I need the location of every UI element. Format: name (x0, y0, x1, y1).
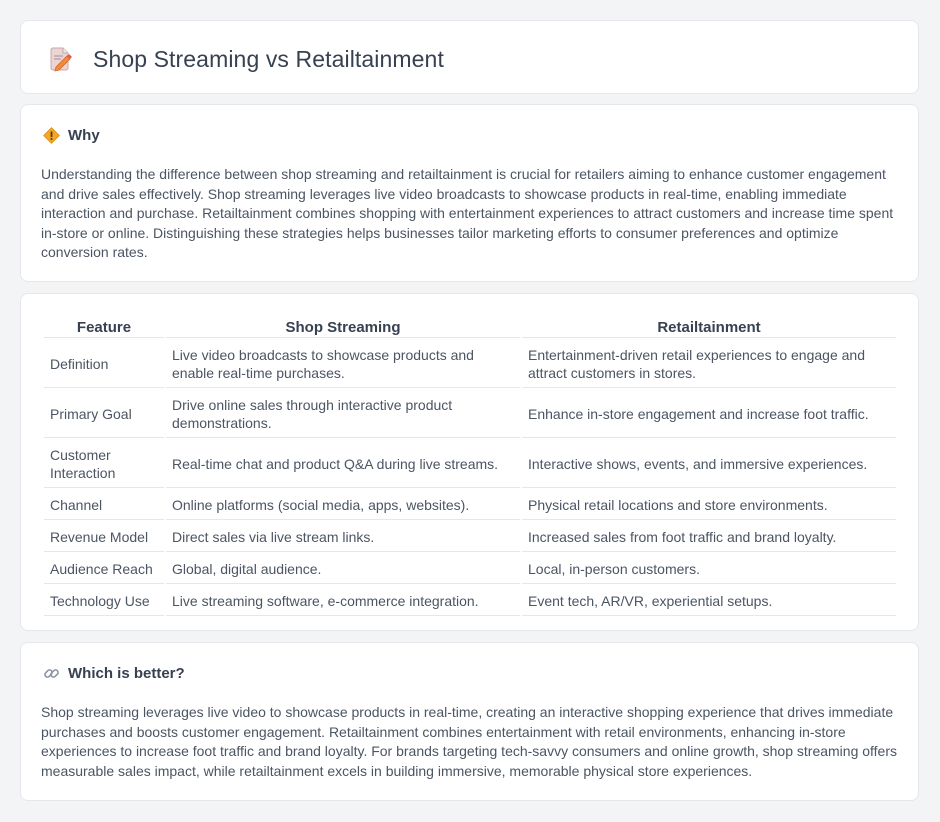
retailtainment-cell: Event tech, AR/VR, experiential setups. (522, 586, 896, 616)
retailtainment-cell: Local, in-person customers. (522, 554, 896, 584)
table-row: Definition Live video broadcasts to show… (44, 340, 896, 388)
shop-streaming-cell: Direct sales via live stream links. (166, 522, 520, 552)
retailtainment-cell: Enhance in-store engagement and increase… (522, 390, 896, 438)
retailtainment-cell: Increased sales from foot traffic and br… (522, 522, 896, 552)
feature-cell: Channel (44, 490, 164, 520)
why-title: Why (68, 127, 100, 144)
header-feature: Feature (44, 317, 164, 338)
feature-cell: Revenue Model (44, 522, 164, 552)
table-row: Primary Goal Drive online sales through … (44, 390, 896, 438)
table-row: Audience Reach Global, digital audience.… (44, 554, 896, 584)
title-row: Shop Streaming vs Retailtainment (46, 45, 444, 73)
table-row: Customer Interaction Real-time chat and … (44, 440, 896, 488)
retailtainment-cell: Physical retail locations and store envi… (522, 490, 896, 520)
page-title: Shop Streaming vs Retailtainment (93, 45, 444, 72)
shop-streaming-cell: Global, digital audience. (166, 554, 520, 584)
table-row: Revenue Model Direct sales via live stre… (44, 522, 896, 552)
why-text: Understanding the difference between sho… (41, 166, 894, 261)
table-row: Channel Online platforms (social media, … (44, 490, 896, 520)
table-header-row: Feature Shop Streaming Retailtainment (44, 317, 896, 338)
shop-streaming-cell: Live video broadcasts to showcase produc… (166, 340, 520, 388)
feature-cell: Audience Reach (44, 554, 164, 584)
table-row: Technology Use Live streaming software, … (44, 586, 896, 616)
why-heading: Why (43, 127, 100, 144)
retailtainment-cell: Interactive shows, events, and immersive… (522, 440, 896, 488)
header-retailtainment: Retailtainment (522, 317, 896, 338)
feature-cell: Customer Interaction (44, 440, 164, 488)
shop-streaming-cell: Live streaming software, e-commerce inte… (166, 586, 520, 616)
feature-cell: Primary Goal (44, 390, 164, 438)
header-card: Shop Streaming vs Retailtainment (20, 20, 919, 94)
better-title: Which is better? (68, 665, 185, 682)
shop-streaming-cell: Online platforms (social media, apps, we… (166, 490, 520, 520)
better-heading: Which is better? (43, 665, 185, 682)
feature-cell: Technology Use (44, 586, 164, 616)
pencil-document-icon (50, 47, 72, 72)
header-shop-streaming: Shop Streaming (166, 317, 520, 338)
shop-streaming-cell: Real-time chat and product Q&A during li… (166, 440, 520, 488)
feature-cell: Definition (44, 340, 164, 388)
shop-streaming-cell: Drive online sales through interactive p… (166, 390, 520, 438)
comparison-table: Feature Shop Streaming Retailtainment De… (42, 315, 898, 618)
comparison-card: Feature Shop Streaming Retailtainment De… (20, 293, 919, 631)
retailtainment-cell: Entertainment-driven retail experiences … (522, 340, 896, 388)
link-icon (44, 669, 59, 678)
why-card: Why Understanding the difference between… (20, 104, 919, 282)
better-text: Shop streaming leverages live video to s… (41, 704, 898, 779)
better-card: Which is better? Shop streaming leverage… (20, 642, 919, 801)
diamond-sign-icon (43, 127, 60, 144)
